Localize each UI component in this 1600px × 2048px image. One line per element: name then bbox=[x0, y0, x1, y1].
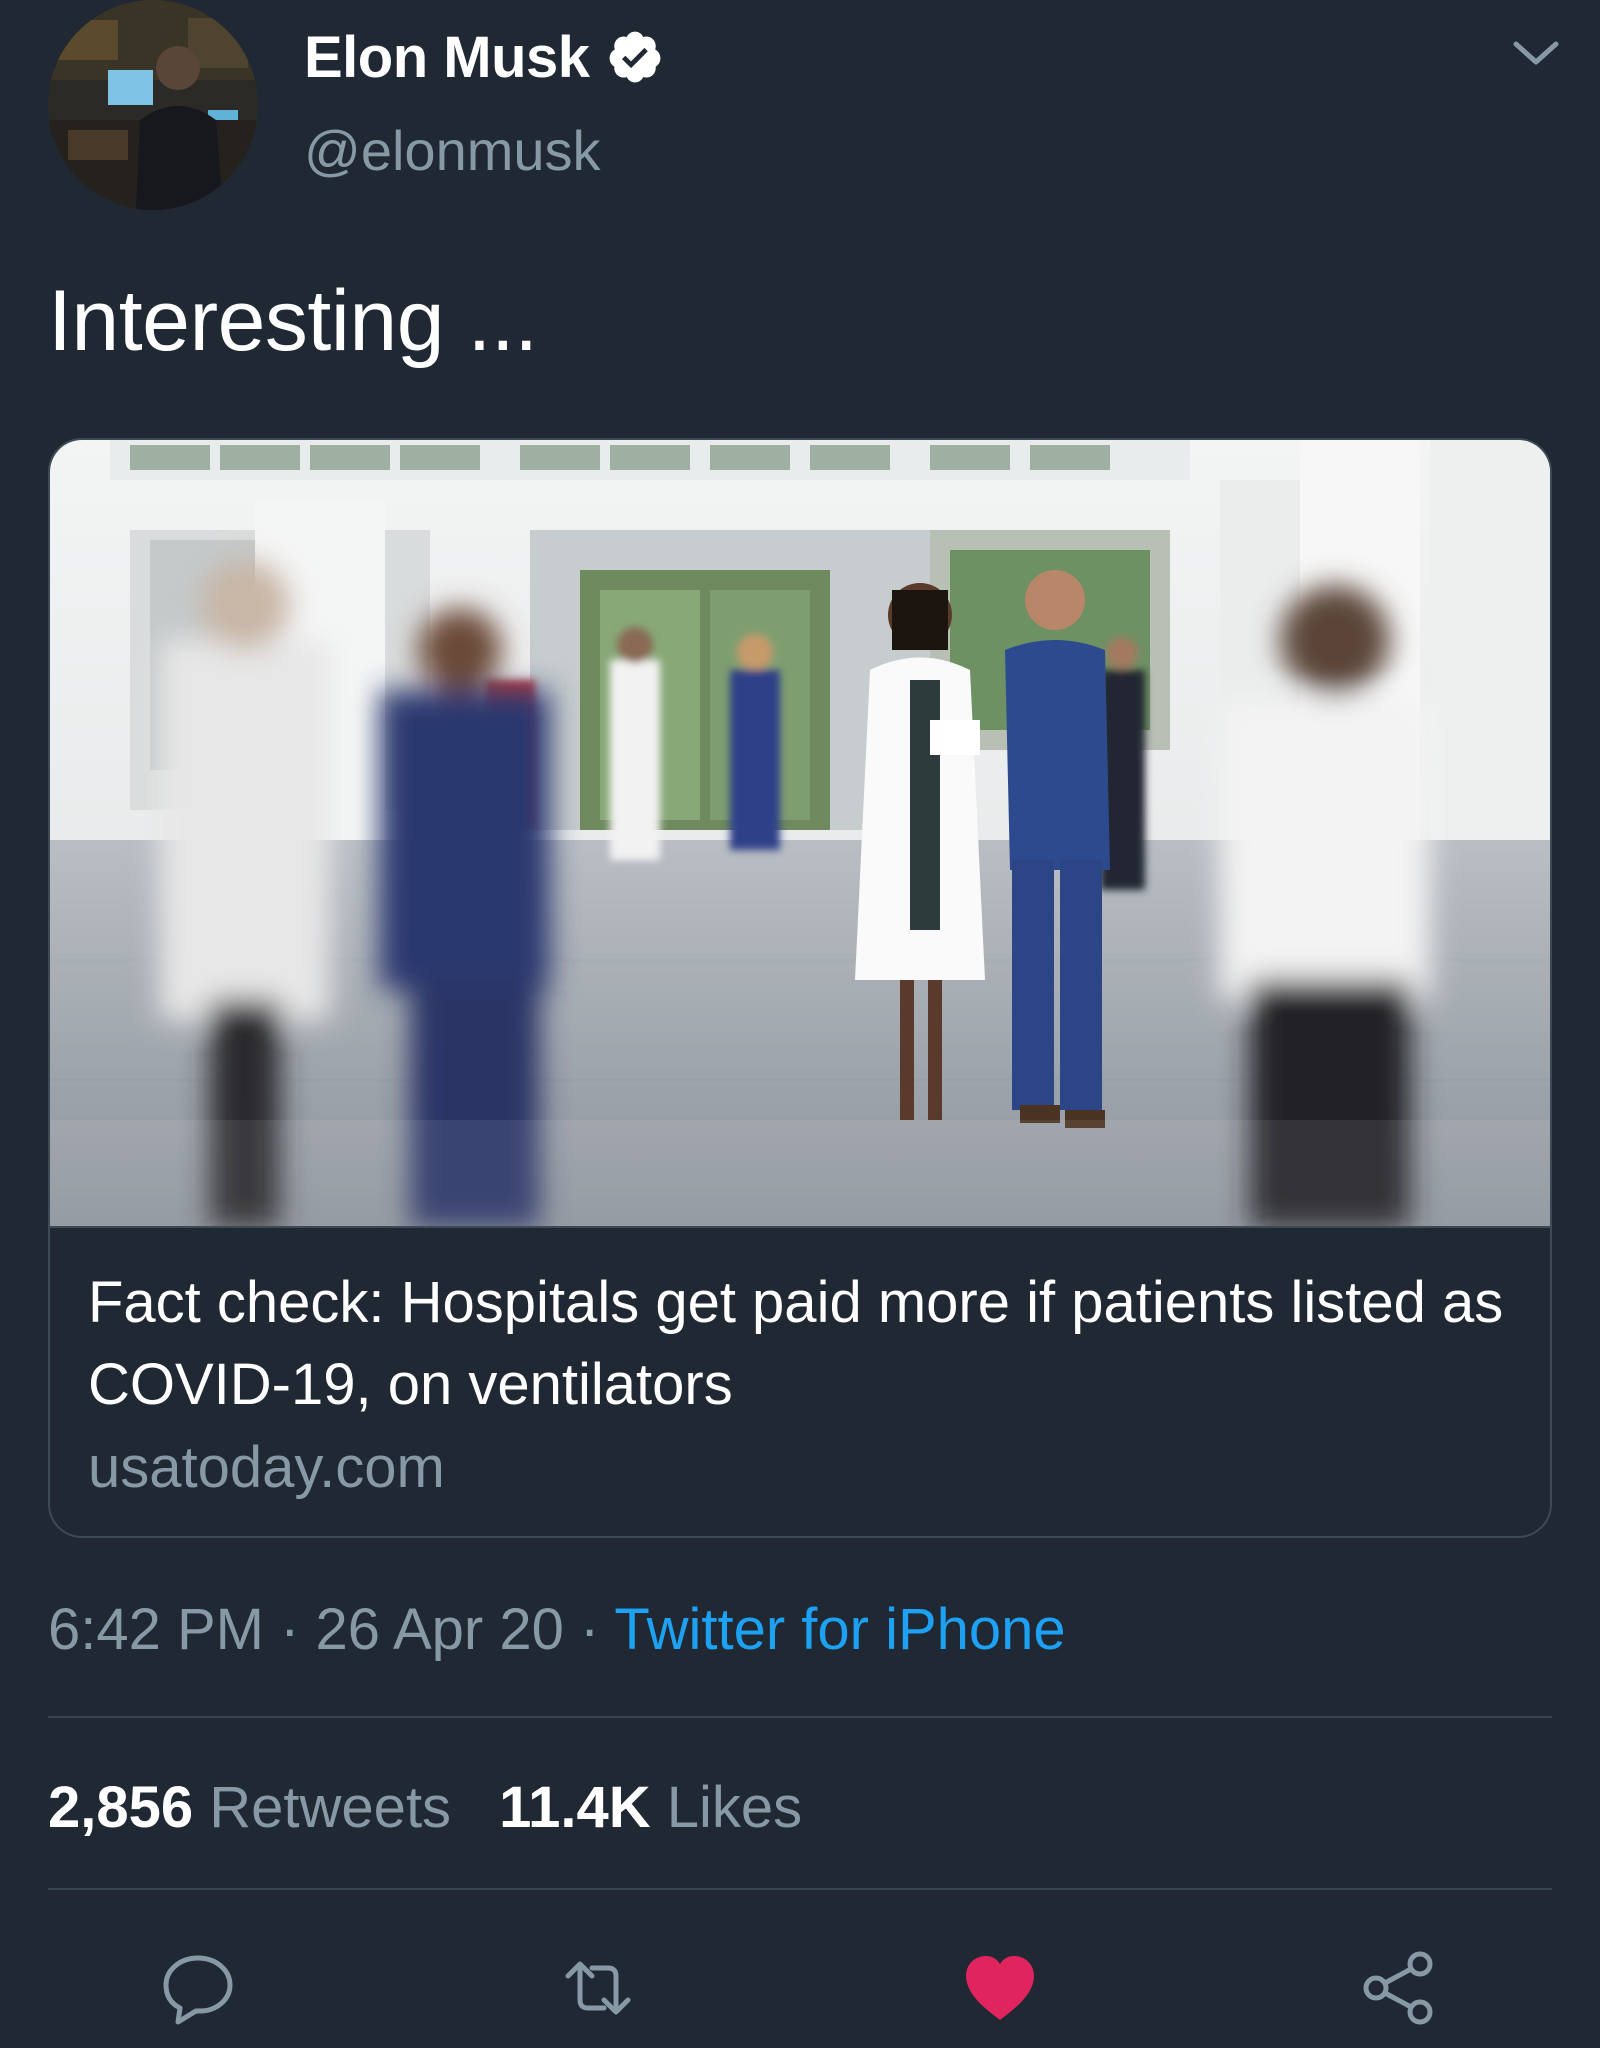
tweet-text: Interesting ... bbox=[48, 273, 538, 369]
card-domain: usatoday.com bbox=[88, 1435, 445, 1500]
chevron-down-icon[interactable] bbox=[1508, 34, 1564, 74]
card-image[interactable] bbox=[50, 440, 1550, 1228]
hospital-lobby-photo bbox=[50, 440, 1550, 1226]
meta-separator-2: · bbox=[563, 1597, 615, 1662]
user-handle[interactable]: @elonmusk bbox=[304, 118, 601, 183]
retweets-count: 2,856 bbox=[48, 1775, 194, 1840]
divider-bottom bbox=[48, 1888, 1552, 1890]
likes-stat[interactable]: 11.4K Likes bbox=[499, 1775, 802, 1840]
tweet-source-link[interactable]: Twitter for iPhone bbox=[614, 1597, 1065, 1662]
avatar-image bbox=[48, 0, 258, 210]
name-row: Elon Musk bbox=[304, 22, 664, 92]
verified-badge-icon bbox=[609, 31, 660, 83]
meta-separator: · bbox=[264, 1597, 316, 1662]
retweets-stat[interactable]: 2,856 Retweets bbox=[48, 1775, 451, 1840]
retweets-label: Retweets bbox=[209, 1775, 452, 1840]
likes-count: 11.4K bbox=[499, 1775, 651, 1840]
tweet: Elon Musk @elonmusk Interesting ... Fact… bbox=[0, 0, 1600, 2048]
reply-button[interactable] bbox=[158, 1948, 238, 2028]
tweet-time[interactable]: 6:42 PM bbox=[48, 1597, 264, 1662]
display-name[interactable]: Elon Musk bbox=[304, 24, 590, 91]
link-card[interactable]: Fact check: Hospitals get paid more if p… bbox=[48, 438, 1552, 1538]
share-icon bbox=[1363, 1951, 1433, 2025]
likes-label: Likes bbox=[666, 1775, 803, 1840]
retweet-button[interactable] bbox=[558, 1948, 638, 2028]
divider-top bbox=[48, 1716, 1552, 1718]
like-button[interactable] bbox=[960, 1948, 1040, 2028]
share-button[interactable] bbox=[1360, 1948, 1440, 2028]
tweet-date[interactable]: 26 Apr 20 bbox=[316, 1597, 564, 1662]
avatar[interactable] bbox=[48, 0, 258, 210]
retweet-icon bbox=[565, 1961, 631, 2015]
reply-icon bbox=[163, 1955, 233, 2025]
tweet-meta: 6:42 PM · 26 Apr 20 · Twitter for iPhone bbox=[48, 1596, 1066, 1663]
heart-icon bbox=[966, 1956, 1034, 2020]
card-title[interactable]: Fact check: Hospitals get paid more if p… bbox=[88, 1262, 1508, 1426]
tweet-stats: 2,856 Retweets 11.4K Likes bbox=[48, 1774, 802, 1841]
